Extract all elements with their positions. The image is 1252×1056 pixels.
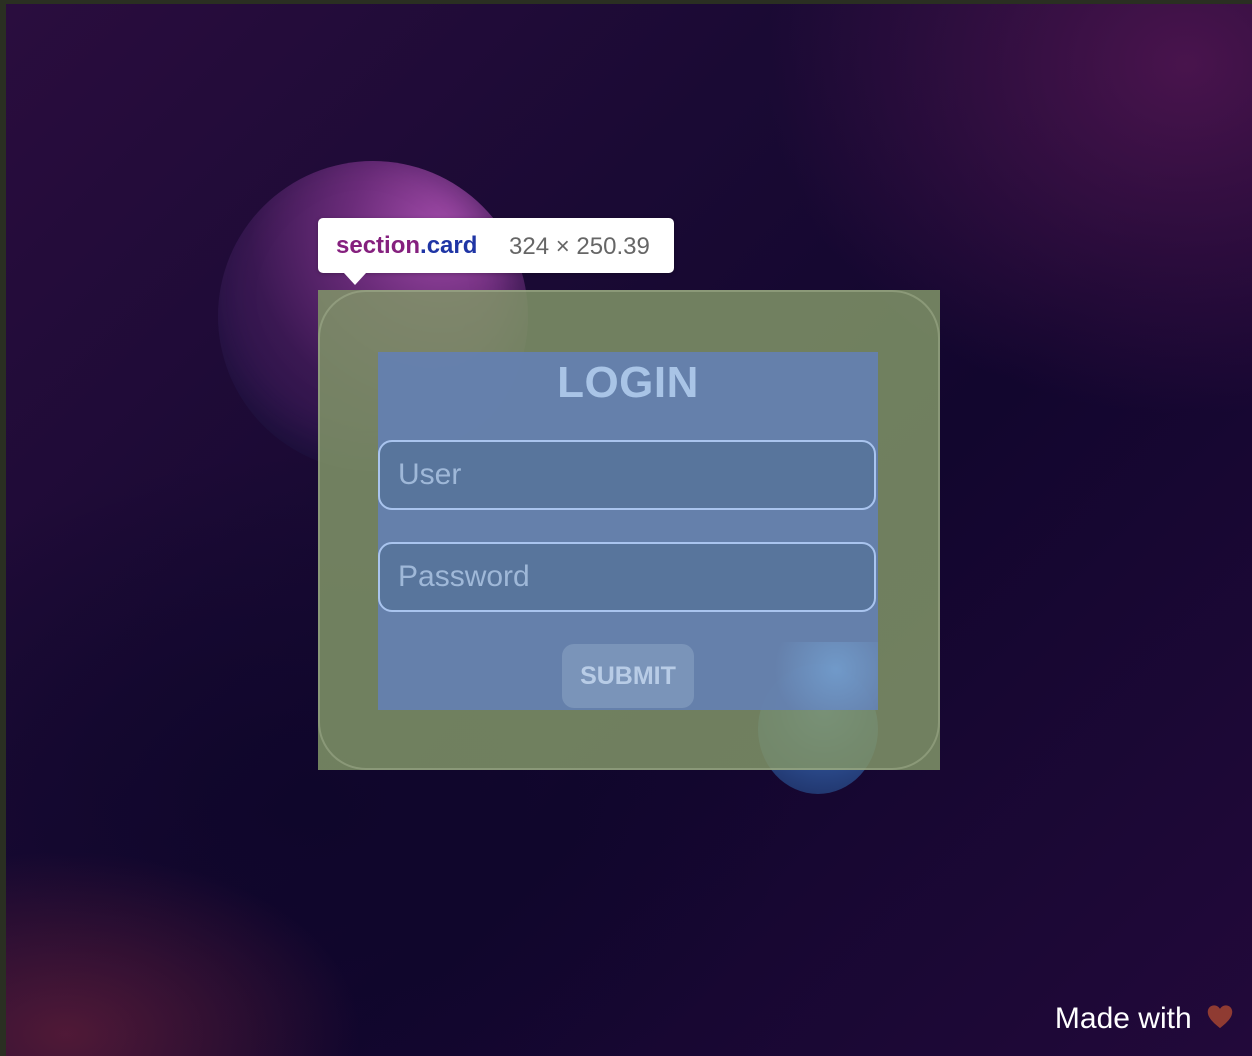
login-card: LOGIN SUBMIT [318,290,940,770]
heart-icon [1207,1005,1233,1029]
tooltip-dimensions: 324 × 250.39 [509,233,650,260]
footer-credit: Made with [1055,1002,1234,1036]
content-glow [758,642,878,710]
footer-text: Made with [1054,1002,1192,1035]
devtools-element-tooltip: section.card 324 × 250.39 [318,218,674,285]
card-content-area: LOGIN SUBMIT [378,352,878,710]
password-input[interactable] [380,544,874,610]
tooltip-tag-name: section [336,232,421,259]
tooltip-selector: section.card [336,232,477,260]
submit-button[interactable]: SUBMIT [562,644,694,708]
page-background: LOGIN SUBMIT section.card 324 × 250.39 M… [6,4,1252,1056]
user-input[interactable] [380,442,874,508]
user-field[interactable] [378,440,876,510]
login-title: LOGIN [557,358,699,407]
tooltip-class-name: .card [420,232,478,259]
password-field[interactable] [378,542,876,612]
